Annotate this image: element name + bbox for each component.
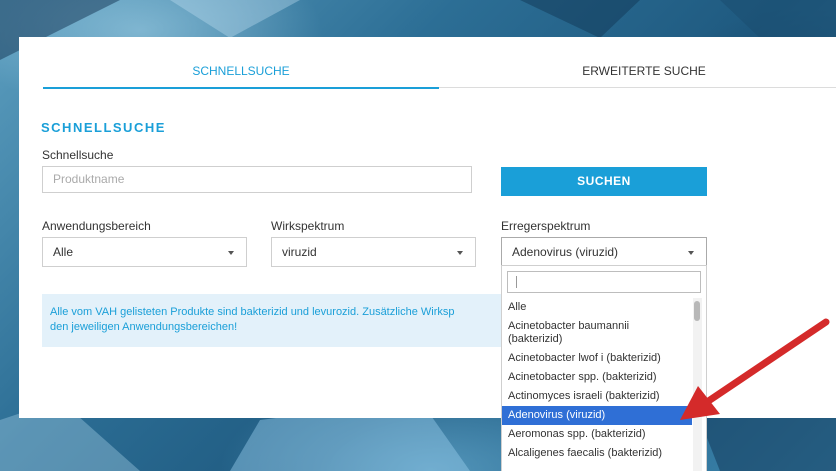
tab-schnellsuche[interactable]: SCHNELLSUCHE bbox=[43, 37, 439, 89]
section-title: SCHNELLSUCHE bbox=[41, 120, 166, 135]
search-label: Schnellsuche bbox=[42, 148, 114, 162]
text-cursor bbox=[516, 276, 517, 288]
chevron-down-icon bbox=[228, 251, 234, 255]
spectrum-value: viruzid bbox=[282, 245, 317, 259]
info-text-line1: Alle vom VAH gelisteten Produkte sind ba… bbox=[50, 306, 455, 318]
dropdown-option[interactable]: Alcaligenes faecalis (bakterizid) bbox=[502, 444, 692, 463]
pathogen-spectrum-label: Erregerspektrum bbox=[501, 219, 591, 233]
chevron-down-icon bbox=[457, 251, 463, 255]
spectrum-select[interactable]: viruzid bbox=[271, 237, 476, 267]
red-arrow-icon bbox=[680, 318, 830, 420]
application-area-select[interactable]: Alle bbox=[42, 237, 247, 267]
application-area-label: Anwendungsbereich bbox=[42, 219, 151, 233]
search-button[interactable]: SUCHEN bbox=[501, 167, 707, 196]
pathogen-spectrum-select[interactable]: Adenovirus (viruzid) bbox=[501, 237, 707, 267]
spectrum-label: Wirkspektrum bbox=[271, 219, 345, 233]
application-area-value: Alle bbox=[53, 245, 74, 259]
search-tabs: SCHNELLSUCHE ERWEITERTE SUCHE bbox=[43, 37, 836, 89]
dropdown-search-input[interactable] bbox=[507, 271, 701, 293]
info-text-line2: den jeweiligen Anwendungsbereichen! bbox=[50, 321, 238, 333]
tab-erweiterte-suche[interactable]: ERWEITERTE SUCHE bbox=[439, 37, 836, 88]
chevron-down-icon bbox=[688, 251, 694, 255]
pathogen-spectrum-value: Adenovirus (viruzid) bbox=[512, 245, 619, 259]
product-name-input[interactable]: Produktname bbox=[42, 166, 472, 193]
info-box: Alle vom VAH gelisteten Produkte sind ba… bbox=[42, 294, 512, 347]
